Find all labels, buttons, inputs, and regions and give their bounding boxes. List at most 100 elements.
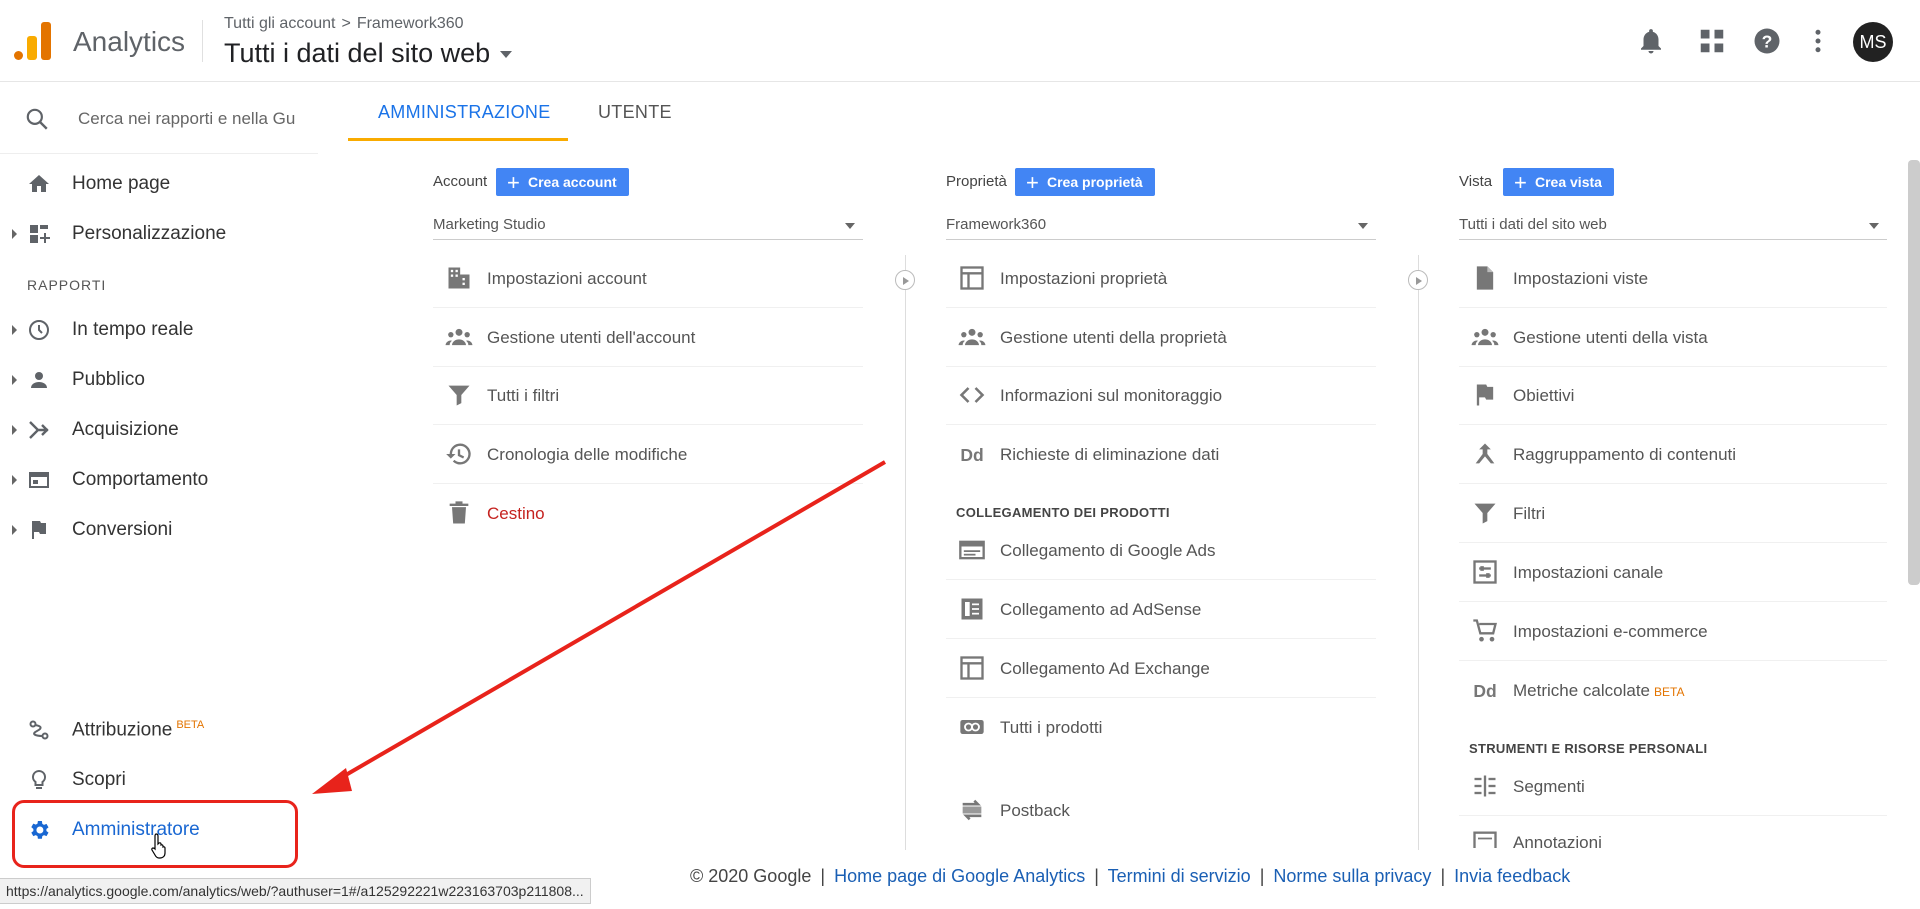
more-vert-icon[interactable] xyxy=(1803,26,1833,56)
sidebar-item-audience[interactable]: Pubblico xyxy=(0,358,318,402)
create-view-button[interactable]: Crea vista xyxy=(1503,168,1614,196)
row-label: Collegamento ad AdSense xyxy=(1000,600,1202,619)
sidebar-item-acquisition[interactable]: Acquisizione xyxy=(0,408,318,452)
sidebar-item-conversions[interactable]: Conversioni xyxy=(0,508,318,552)
all-products-row[interactable]: Tutti i prodotti xyxy=(946,699,1376,757)
footer-link-terms[interactable]: Termini di servizio xyxy=(1108,866,1251,886)
footer-link-home[interactable]: Home page di Google Analytics xyxy=(834,866,1085,886)
row-label: Raggruppamento di contenuti xyxy=(1513,445,1737,464)
postback-row[interactable]: Postback xyxy=(946,782,1376,840)
row-label: Impostazioni account xyxy=(487,269,647,288)
property-users-row[interactable]: Gestione utenti della proprietà xyxy=(946,309,1376,367)
annotation-icon xyxy=(1473,831,1497,848)
channel-settings-row[interactable]: Impostazioni canale xyxy=(1459,544,1887,602)
acquisition-icon xyxy=(29,421,49,439)
row-label: Gestione utenti della vista xyxy=(1513,328,1708,347)
flag-icon xyxy=(1476,384,1494,406)
tab-user[interactable]: UTENTE xyxy=(598,102,672,123)
adexchange-link-row[interactable]: Collegamento Ad Exchange xyxy=(946,640,1376,698)
calculated-metrics-row[interactable]: Dd Metriche calcolate BETA xyxy=(1459,662,1887,720)
content-grouping-row[interactable]: Raggruppamento di contenuti xyxy=(1459,426,1887,484)
building-icon xyxy=(448,267,470,289)
goals-row[interactable]: Obiettivi xyxy=(1459,367,1887,425)
account-filters-row[interactable]: Tutti i filtri xyxy=(433,367,863,425)
google-ads-link-row[interactable]: Collegamento di Google Ads xyxy=(946,522,1376,580)
row-label: Metriche calcolate BETA xyxy=(1513,681,1684,701)
create-property-button[interactable]: Crea proprietà xyxy=(1015,168,1155,196)
sidebar-item-customization[interactable]: Personalizzazione xyxy=(0,212,318,256)
segments-row[interactable]: Segmenti xyxy=(1459,758,1887,816)
view-selector[interactable]: Tutti i dati del sito web xyxy=(1459,210,1887,240)
window-icon xyxy=(960,266,984,290)
account-selector[interactable]: Marketing Studio xyxy=(433,210,863,240)
avatar[interactable]: MS xyxy=(1853,22,1893,62)
sidebar: Home page Personalizzazione RAPPORTI In … xyxy=(0,82,318,909)
row-label: Informazioni sul monitoraggio xyxy=(1000,386,1223,405)
apps-grid-icon[interactable] xyxy=(1697,26,1727,56)
postback-icon xyxy=(962,799,982,821)
cart-icon xyxy=(1473,619,1497,642)
vertical-scrollbar[interactable] xyxy=(1908,160,1920,585)
row-label: Obiettivi xyxy=(1513,386,1575,405)
breadcrumb-all-accounts[interactable]: Tutti gli account xyxy=(224,15,335,32)
adsense-icon xyxy=(961,598,983,620)
view-settings-row[interactable]: Impostazioni viste xyxy=(1459,250,1887,308)
search-icon[interactable] xyxy=(24,106,50,132)
analytics-logo-icon[interactable] xyxy=(14,22,52,60)
annotations-row[interactable]: Annotazioni xyxy=(1459,814,1887,848)
grouping-icon xyxy=(1475,443,1495,464)
property-settings-row[interactable]: Impostazioni proprietà xyxy=(946,250,1376,308)
sidebar-item-realtime[interactable]: In tempo reale xyxy=(0,308,318,352)
tab-administration[interactable]: AMMINISTRAZIONE xyxy=(378,102,551,123)
person-icon xyxy=(31,372,47,388)
link-icon xyxy=(960,720,984,734)
product-name[interactable]: Analytics xyxy=(73,26,185,58)
sidebar-item-label: Personalizzazione xyxy=(72,223,227,244)
ads-icon xyxy=(959,540,985,560)
dropdown-arrow-icon xyxy=(1869,223,1879,229)
row-label: Cestino xyxy=(487,504,545,523)
trash-icon xyxy=(449,501,469,524)
create-account-button[interactable]: Crea account xyxy=(496,168,629,196)
search-input[interactable] xyxy=(78,104,298,134)
top-header: Analytics Tutti gli account > Framework360… xyxy=(0,0,1920,82)
row-label: Impostazioni e-commerce xyxy=(1513,622,1708,641)
row-label: Impostazioni canale xyxy=(1513,563,1664,582)
segments-icon xyxy=(1474,775,1496,797)
row-label: Collegamento di Google Ads xyxy=(1000,541,1216,560)
account-caption: Account xyxy=(433,173,488,190)
property-tracking-row[interactable]: Informazioni sul monitoraggio xyxy=(946,367,1376,425)
property-selector[interactable]: Framework360 xyxy=(946,210,1376,240)
row-label: Impostazioni viste xyxy=(1513,269,1649,288)
expand-arrow-icon xyxy=(12,229,17,239)
breadcrumb-account[interactable]: Framework360 xyxy=(357,15,464,32)
adexchange-icon xyxy=(960,656,984,680)
footer-link-feedback[interactable]: Invia feedback xyxy=(1454,866,1570,886)
footer-link-privacy[interactable]: Norme sulla privacy xyxy=(1273,866,1431,886)
account-trash-row[interactable]: Cestino xyxy=(433,485,863,543)
column-separator xyxy=(1418,255,1419,850)
view-selector[interactable]: Tutti i dati del sito web xyxy=(224,38,513,69)
help-icon[interactable]: ? xyxy=(1752,26,1782,56)
row-label: Filtri xyxy=(1513,504,1546,523)
view-column: Vista Crea vista Tutti i dati del sito w… xyxy=(1459,165,1889,848)
sidebar-item-label: Home page xyxy=(72,173,171,194)
account-users-row[interactable]: Gestione utenti dell'account xyxy=(433,309,863,367)
view-filters-row[interactable]: Filtri xyxy=(1459,485,1887,543)
sidebar-item-home[interactable]: Home page xyxy=(0,162,318,206)
sidebar-item-behavior[interactable]: Comportamento xyxy=(0,458,318,502)
account-history-row[interactable]: Cronologia delle modifiche xyxy=(433,426,863,484)
filter-icon xyxy=(448,385,470,406)
property-deletion-row[interactable]: Dd Richieste di eliminazione dati xyxy=(946,426,1376,484)
document-icon xyxy=(1476,266,1494,290)
bell-icon[interactable] xyxy=(1636,26,1666,56)
adsense-link-row[interactable]: Collegamento ad AdSense xyxy=(946,581,1376,639)
sidebar-item-discover[interactable]: Scopri xyxy=(0,758,318,802)
account-settings-row[interactable]: Impostazioni account xyxy=(433,250,863,308)
calculated-metrics-label: Metriche calcolate xyxy=(1513,681,1651,700)
sidebar-item-attribution[interactable]: Attribuzione BETA xyxy=(0,708,318,752)
lightbulb-icon xyxy=(31,769,47,789)
row-label: Annotazioni xyxy=(1513,833,1602,848)
view-users-row[interactable]: Gestione utenti della vista xyxy=(1459,309,1887,367)
ecommerce-settings-row[interactable]: Impostazioni e-commerce xyxy=(1459,603,1887,661)
